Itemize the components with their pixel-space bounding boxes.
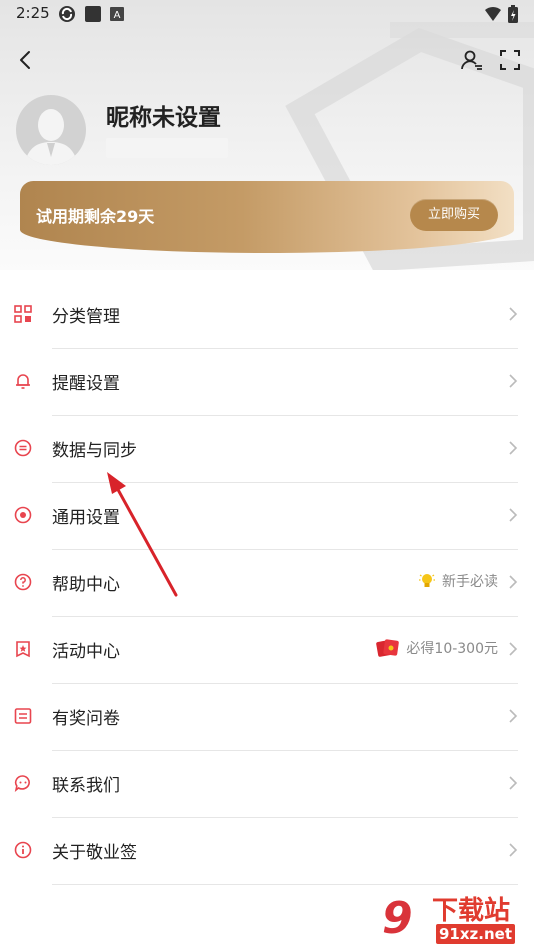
a-icon: A [110, 7, 124, 21]
help-hint-text: 新手必读 [442, 574, 498, 590]
menu-item-label: 通用设置 [52, 508, 120, 528]
category-grid-icon [14, 305, 32, 323]
menu-item-label: 分类管理 [52, 307, 120, 327]
chevron-right-icon [509, 575, 518, 589]
avatar[interactable] [16, 95, 86, 165]
chevron-right-icon [509, 508, 518, 522]
lightbulb-icon [419, 574, 435, 587]
menu-item-activity-center[interactable]: 活动中心 必得10-300元 [16, 617, 518, 684]
chevron-right-icon [509, 709, 518, 723]
site-watermark: 9 下载站 91xz.net [382, 890, 532, 948]
default-avatar-icon [24, 109, 78, 165]
red-envelope-icon [376, 639, 400, 657]
chevron-right-icon [509, 776, 518, 790]
menu-item-label: 联系我们 [52, 776, 120, 796]
menu-item-general-settings[interactable]: 通用设置 [14, 483, 518, 550]
help-circle-icon [14, 573, 32, 591]
activity-hint: 必得10-300元 [376, 638, 498, 658]
chevron-right-icon [509, 374, 518, 388]
menu-item-help-center[interactable]: 帮助中心 新手必读 [14, 550, 518, 617]
menu-item-category[interactable]: 分类管理 [14, 282, 518, 349]
menu-item-label: 关于敬业签 [52, 843, 137, 863]
chevron-right-icon [509, 843, 518, 857]
menu-item-reminder[interactable]: 提醒设置 [16, 349, 518, 416]
user-switch-icon[interactable] [460, 48, 484, 72]
bell-icon [16, 374, 30, 389]
scan-frame-icon[interactable] [498, 48, 522, 72]
menu-item-data-sync[interactable]: 数据与同步 [14, 416, 518, 483]
menu-item-label: 活动中心 [52, 642, 120, 662]
nickname[interactable]: 昵称未设置 [106, 98, 221, 132]
top-bar [0, 44, 534, 76]
watermark-badge: 9 [382, 893, 413, 944]
menu-item-label: 帮助中心 [52, 575, 120, 595]
menu-item-contact-us[interactable]: 联系我们 [14, 751, 518, 818]
menu-item-label: 数据与同步 [52, 441, 137, 461]
status-bar: 2:25 A [0, 0, 534, 28]
chevron-right-icon [509, 441, 518, 455]
menu-item-label: 提醒设置 [52, 374, 120, 394]
watermark-title: 下载站 [432, 896, 511, 926]
menu-item-about[interactable]: 关于敬业签 [14, 818, 518, 885]
buy-now-button[interactable]: 立即购买 [410, 199, 498, 231]
trial-banner[interactable]: 试用期剩余29天 立即购买 [20, 181, 514, 253]
survey-icon [14, 708, 32, 724]
activity-hint-text: 必得10-300元 [406, 641, 498, 657]
user-id-redacted [106, 138, 228, 158]
svg-text:A: A [114, 10, 121, 21]
sync-circle-icon [14, 439, 32, 457]
chevron-right-icon [509, 642, 518, 656]
help-hint: 新手必读 [418, 571, 498, 591]
menu-item-survey[interactable]: 有奖问卷 [14, 684, 518, 751]
square-icon [85, 6, 101, 22]
menu-item-label: 有奖问卷 [52, 709, 120, 729]
wifi-icon [485, 6, 501, 21]
watermark-url: 91xz.net [436, 924, 516, 944]
status-time: 2:25 [16, 4, 50, 22]
battery-icon [508, 5, 518, 23]
chevron-right-icon [509, 307, 518, 321]
info-circle-icon [14, 841, 32, 859]
chevron-left-icon[interactable] [14, 48, 38, 72]
chat-bubble-icon [14, 775, 30, 792]
settings-dot-icon [14, 506, 32, 524]
trial-remaining-text: 试用期剩余29天 [36, 207, 155, 226]
star-flag-icon [16, 641, 30, 658]
settings-menu: 分类管理 提醒设置 数据与同步 通用设置 帮助中心 新手必读 活动中心 必得10… [0, 282, 534, 885]
sync-icon [59, 6, 75, 22]
